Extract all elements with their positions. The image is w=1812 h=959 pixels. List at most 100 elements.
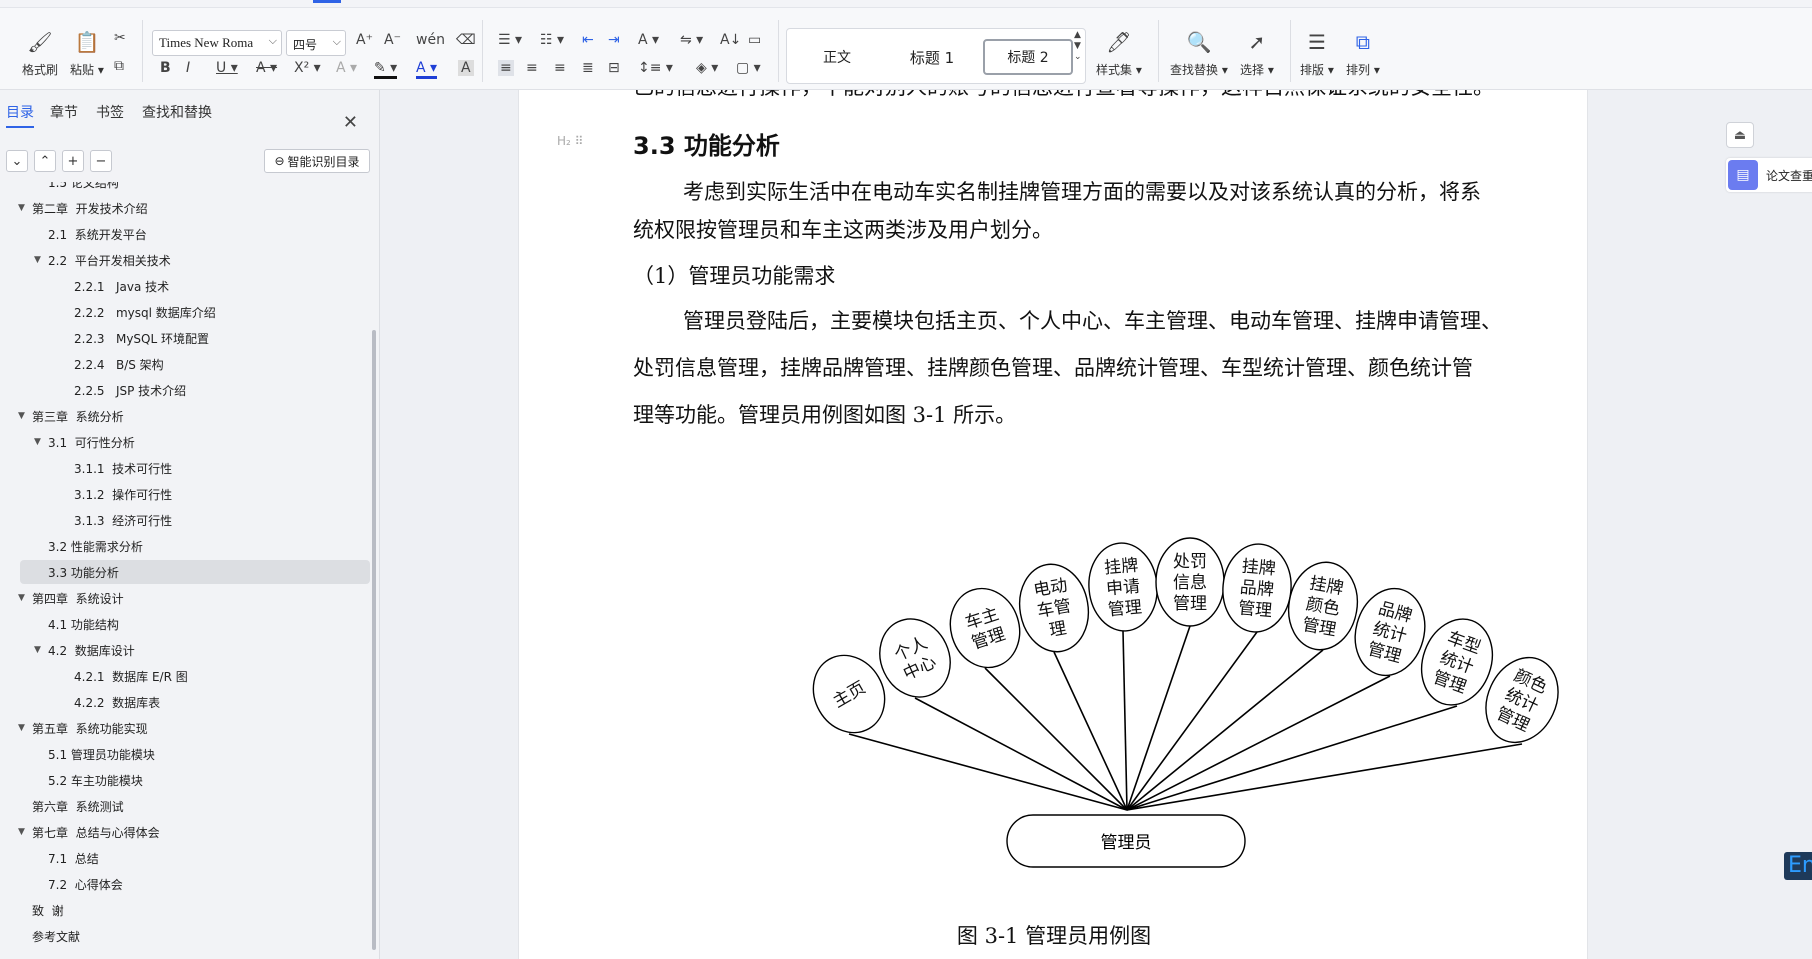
sidebar-scrollbar[interactable] (372, 330, 376, 950)
bold-icon[interactable]: B (160, 60, 171, 76)
toc-item[interactable]: 参考文献 (20, 924, 370, 948)
shrink-font-icon[interactable]: A⁻ (384, 32, 401, 48)
format-painter-button[interactable]: 🖌 格式刷 (22, 28, 58, 78)
chinese-layout-icon[interactable]: A ▾ (638, 32, 659, 48)
use-case-label: 品牌 (1239, 578, 1275, 601)
toc-item[interactable]: ▼ 第四章 系统设计 (18, 586, 370, 610)
superscript-icon[interactable]: X² ▾ (294, 60, 321, 76)
expand-arrow-icon[interactable]: ▼ (18, 827, 25, 837)
toc-item[interactable]: 第六章 系统测试 (20, 794, 370, 818)
remove-button[interactable]: − (90, 150, 112, 172)
align-right-icon[interactable]: ≡ (554, 60, 566, 76)
expand-arrow-icon[interactable]: ▼ (18, 593, 25, 603)
toc-item[interactable]: 3.1.3 经济可行性 (20, 508, 370, 532)
expand-arrow-icon[interactable]: ▼ (18, 723, 25, 733)
expand-arrow-icon[interactable]: ▼ (34, 645, 41, 655)
clear-format-icon[interactable]: ⌫ (456, 32, 476, 48)
phonetic-icon[interactable]: wén (416, 32, 445, 48)
toc-item[interactable]: 3.3 功能分析 (20, 560, 370, 584)
numbered-list-icon[interactable]: ☷ ▾ (540, 32, 564, 48)
text-direction-icon[interactable]: ⇋ ▾ (680, 32, 703, 48)
toc-item[interactable]: ▼ 第三章 系统分析 (18, 404, 370, 428)
toc-item[interactable]: ▼ 3.1 可行性分析 (20, 430, 370, 454)
toc-item[interactable]: ▼ 第五章 系统功能实现 (18, 716, 370, 740)
expand-arrow-icon[interactable]: ▼ (18, 411, 25, 421)
expand-arrow-icon[interactable]: ▼ (18, 203, 25, 213)
toc-item[interactable]: ▼ 第七章 总结与心得体会 (18, 820, 370, 844)
font-size-select[interactable]: 四号 ⌵ (286, 30, 346, 56)
ime-indicator[interactable]: En (1784, 852, 1812, 880)
border-icon[interactable]: ▢ ▾ (736, 60, 761, 76)
toc-item[interactable]: 2.2.1 Java 技术 (20, 274, 370, 298)
toc-item[interactable]: 1.5 论文结构 (20, 182, 370, 194)
tab-toc[interactable]: 目录 (6, 102, 34, 128)
toc-item[interactable]: 2.2.2 mysql 数据库介绍 (20, 300, 370, 324)
close-icon[interactable]: ✕ (343, 112, 358, 133)
heading-level-marker[interactable]: H₂ ⠿ (557, 134, 583, 148)
text-effect-icon[interactable]: A ▾ (336, 60, 357, 76)
toc-item[interactable]: 4.1 功能结构 (20, 612, 370, 636)
toc-item[interactable]: ▼ 第二章 开发技术介绍 (18, 196, 370, 220)
cut-icon[interactable]: ✂ (114, 30, 126, 46)
toc-item[interactable]: 3.2 性能需求分析 (20, 534, 370, 558)
italic-icon[interactable]: I (186, 60, 190, 76)
strikethrough-icon[interactable]: A ▾ (256, 60, 277, 76)
toc-item[interactable]: 致 谢 (20, 898, 370, 922)
collapse-button[interactable]: ⌄ (6, 150, 28, 172)
document-page[interactable]: 已的信息进行操作，不能对别人的账号的信息进行查看等操作，这样自然保证系统的安全性… (518, 90, 1588, 959)
add-button[interactable]: + (62, 150, 84, 172)
toc-item[interactable]: 5.1 管理员功能模块 (20, 742, 370, 766)
select-button[interactable]: ➚ 选择 ▾ (1240, 28, 1274, 78)
shading-icon[interactable]: ◈ ▾ (696, 60, 718, 76)
expand-button[interactable]: ⌃ (34, 150, 56, 172)
toc-item[interactable]: 4.2.2 数据库表 (20, 690, 370, 714)
paper-check-button[interactable]: ▤ 论文查重 (1726, 158, 1812, 192)
toc-item[interactable]: 3.1.2 操作可行性 (20, 482, 370, 506)
toc-item[interactable]: ▼ 2.2 平台开发相关技术 (20, 248, 370, 272)
tab-find-replace[interactable]: 查找和替换 (142, 102, 212, 122)
style-scroll-icon[interactable]: ▲ ▼ ⌄ (1074, 30, 1082, 63)
highlight-icon[interactable]: ✎ ▾ (374, 60, 398, 79)
layout-button[interactable]: ☰ 排版 ▾ (1300, 28, 1334, 78)
toc-item[interactable]: 3.1.1 技术可行性 (20, 456, 370, 480)
tab-chapters[interactable]: 章节 (50, 102, 78, 122)
underline-icon[interactable]: U ▾ (216, 60, 238, 76)
toc-item[interactable]: 2.2.5 JSP 技术介绍 (20, 378, 370, 402)
toc-item[interactable]: 2.1 系统开发平台 (20, 222, 370, 246)
toc-item[interactable]: 2.2.4 B/S 架构 (20, 352, 370, 376)
tab-bookmarks[interactable]: 书签 (96, 102, 124, 122)
grow-font-icon[interactable]: A⁺ (356, 32, 373, 48)
sort-icon[interactable]: A↓ (720, 32, 741, 48)
char-shading-icon[interactable]: A (458, 60, 474, 76)
toc-item[interactable]: 2.2.3 MySQL 环境配置 (20, 326, 370, 350)
toc-item[interactable]: ▼ 4.2 数据库设计 (20, 638, 370, 662)
copy-icon[interactable]: ⧉ (114, 58, 124, 74)
line-spacing-icon[interactable]: ↕≡ ▾ (638, 60, 673, 76)
table-icon[interactable]: ▭ (748, 32, 761, 48)
style-heading-1[interactable]: 标题 1 (887, 39, 977, 75)
smart-toc-button[interactable]: ⊖ 智能识别目录 (264, 149, 370, 173)
toc-item[interactable]: 7.1 总结 (20, 846, 370, 870)
bullet-list-icon[interactable]: ☰ ▾ (498, 32, 522, 48)
toc-item[interactable]: 5.2 车主功能模块 (20, 768, 370, 792)
align-left-icon[interactable]: ≡ (498, 60, 514, 76)
menu-tab-strip[interactable] (0, 0, 1812, 8)
increase-indent-icon[interactable]: ⇥ (608, 32, 620, 48)
decrease-indent-icon[interactable]: ⇤ (582, 32, 594, 48)
toc-item[interactable]: 4.2.1 数据库 E/R 图 (20, 664, 370, 688)
find-replace-button[interactable]: 🔍 查找替换 ▾ (1170, 28, 1228, 78)
paste-button[interactable]: 📋 粘贴 ▾ (70, 28, 104, 78)
toc-item[interactable]: 7.2 心得体会 (20, 872, 370, 896)
style-set-button[interactable]: 🖊 样式集 ▾ (1096, 28, 1142, 78)
font-name-select[interactable]: Times New Roma ⌵ (152, 30, 282, 56)
expand-arrow-icon[interactable]: ▼ (34, 437, 41, 447)
expand-arrow-icon[interactable]: ▼ (34, 255, 41, 265)
arrange-button[interactable]: ⧉ 排列 ▾ (1346, 28, 1380, 78)
style-normal[interactable]: 正文 (797, 39, 877, 75)
align-center-icon[interactable]: ≡ (526, 60, 538, 76)
font-color-icon[interactable]: A ▾ (416, 60, 438, 79)
distributed-align-icon[interactable]: ⊟ (608, 60, 620, 76)
justify-icon[interactable]: ≣ (582, 60, 594, 76)
collapse-up-icon[interactable]: ⏏ (1726, 122, 1754, 148)
style-heading-2[interactable]: 标题 2 (983, 39, 1073, 75)
